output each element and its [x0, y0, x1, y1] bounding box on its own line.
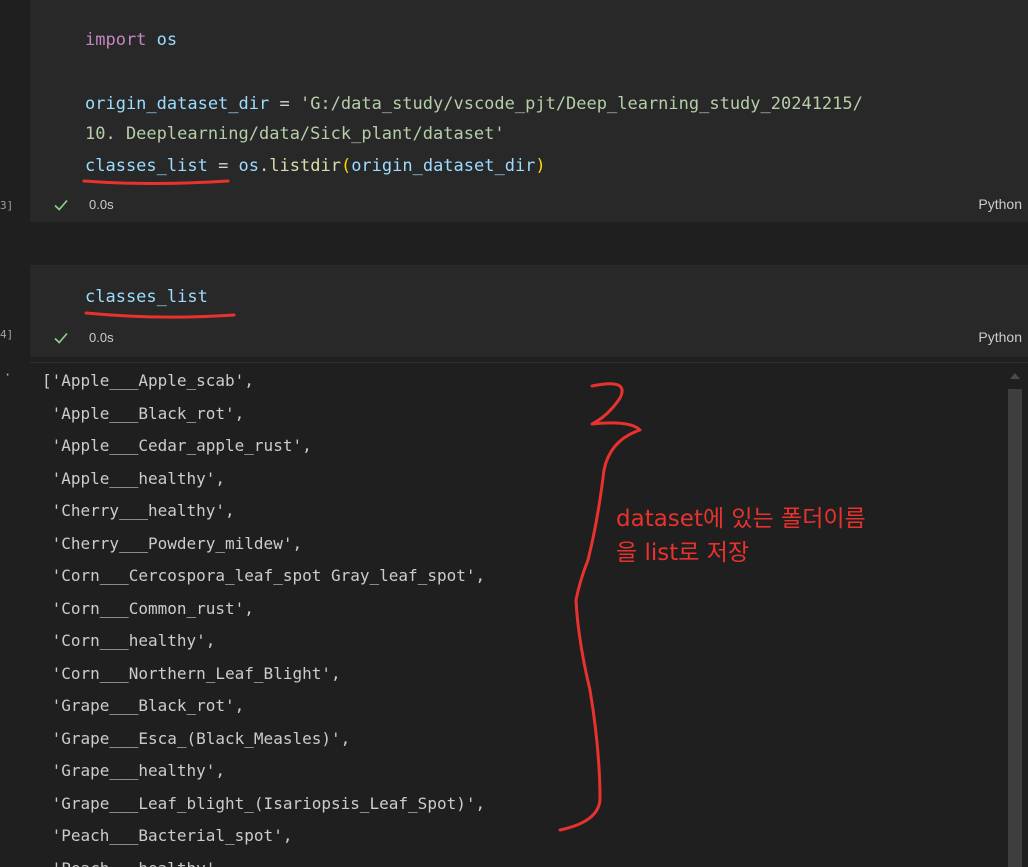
output-scrollbar-thumb[interactable]	[1008, 389, 1022, 867]
code-cell-2[interactable]: classes_list 0.0s Python	[30, 265, 1028, 357]
code-token: origin_dataset_dir	[85, 94, 270, 114]
check-icon	[54, 199, 68, 211]
notebook-page: 3] import os origin_dataset_dir = 'G:/da…	[0, 0, 1028, 867]
code-token: os	[146, 30, 178, 50]
code-token: 10. Deeplearning/data/Sick_plant/dataset…	[85, 124, 505, 144]
cell-1-line-3[interactable]: origin_dataset_dir = 'G:/data_study/vsco…	[85, 92, 863, 116]
output-line: 'Grape___Esca_(Black_Measles)',	[42, 728, 351, 748]
cell-1-line-5[interactable]: classes_list = os.listdir(origin_dataset…	[85, 154, 546, 178]
cell-2-exec-time: 0.0s	[89, 330, 114, 345]
code-token: (	[340, 156, 352, 176]
annotation-note: dataset에 있는 폴더이름 을 list로 저장	[616, 502, 866, 570]
output-line: 'Apple___healthy',	[42, 468, 226, 488]
output-menu-marker[interactable]: ·	[4, 368, 11, 382]
code-token: classes_list	[85, 156, 208, 176]
code-token: origin_dataset_dir	[351, 156, 536, 176]
output-line: 'Corn___Northern_Leaf_Blight',	[42, 663, 341, 683]
scroll-up-arrow-icon[interactable]	[1010, 373, 1020, 379]
output-line: 'Apple___Cedar_apple_rust',	[42, 436, 312, 455]
cell-2-exec-count: 4]	[0, 328, 14, 341]
cell-2-line-1[interactable]: classes_list	[85, 285, 208, 309]
code-token: 'G:/data_study/vscode_pjt/Deep_learning_…	[299, 94, 863, 114]
cell-1-language-label[interactable]: Python	[978, 196, 1022, 212]
output-line: 'Corn___Cercospora_leaf_spot Gray_leaf_s…	[42, 566, 486, 585]
output-line: 'Peach___healthy',	[42, 859, 225, 867]
code-cell-1[interactable]: import os origin_dataset_dir = 'G:/data_…	[30, 0, 1028, 222]
code-token: os	[238, 156, 260, 176]
annotation-line-2: 을 list로 저장	[616, 540, 750, 566]
code-token: )	[535, 156, 546, 176]
check-icon	[54, 332, 68, 344]
code-token: =	[207, 156, 239, 176]
code-token: listdir	[269, 156, 341, 176]
annotation-line-1: dataset에 있는 폴더이름	[616, 506, 866, 532]
cell-1-exec-count: 3]	[0, 199, 14, 212]
output-line: 'Apple___Black_rot',	[42, 403, 245, 423]
code-token: import	[85, 30, 147, 50]
code-token: classes_list	[85, 287, 208, 307]
cell-2-output[interactable]: ['Apple___Apple_scab', 'Apple___Black_ro…	[30, 362, 1028, 867]
cell-1-exec-time: 0.0s	[89, 197, 114, 212]
code-token: =	[269, 94, 300, 114]
output-line: 'Grape___Black_rot',	[42, 696, 245, 715]
output-line: 'Corn___Common_rust',	[42, 598, 254, 618]
cell-1-status-bar: 0.0s Python	[30, 194, 1028, 220]
output-line: 'Corn___healthy',	[42, 631, 216, 650]
output-line: 'Cherry___healthy',	[42, 501, 235, 520]
cell-1-line-1[interactable]: import os	[85, 28, 177, 52]
code-token: .	[259, 156, 270, 176]
cell-2-language-label[interactable]: Python	[978, 329, 1022, 345]
cell-1-line-4[interactable]: 10. Deeplearning/data/Sick_plant/dataset…	[85, 122, 505, 146]
output-line: ['Apple___Apple_scab',	[42, 371, 254, 390]
output-line: 'Cherry___Powdery_mildew',	[42, 533, 303, 553]
output-line: 'Grape___Leaf_blight_(Isariopsis_Leaf_Sp…	[42, 793, 486, 813]
output-line: 'Peach___Bacterial_spot',	[42, 826, 293, 845]
cell-2-status-bar: 0.0s Python	[30, 327, 1028, 353]
output-line: 'Grape___healthy',	[42, 761, 226, 780]
